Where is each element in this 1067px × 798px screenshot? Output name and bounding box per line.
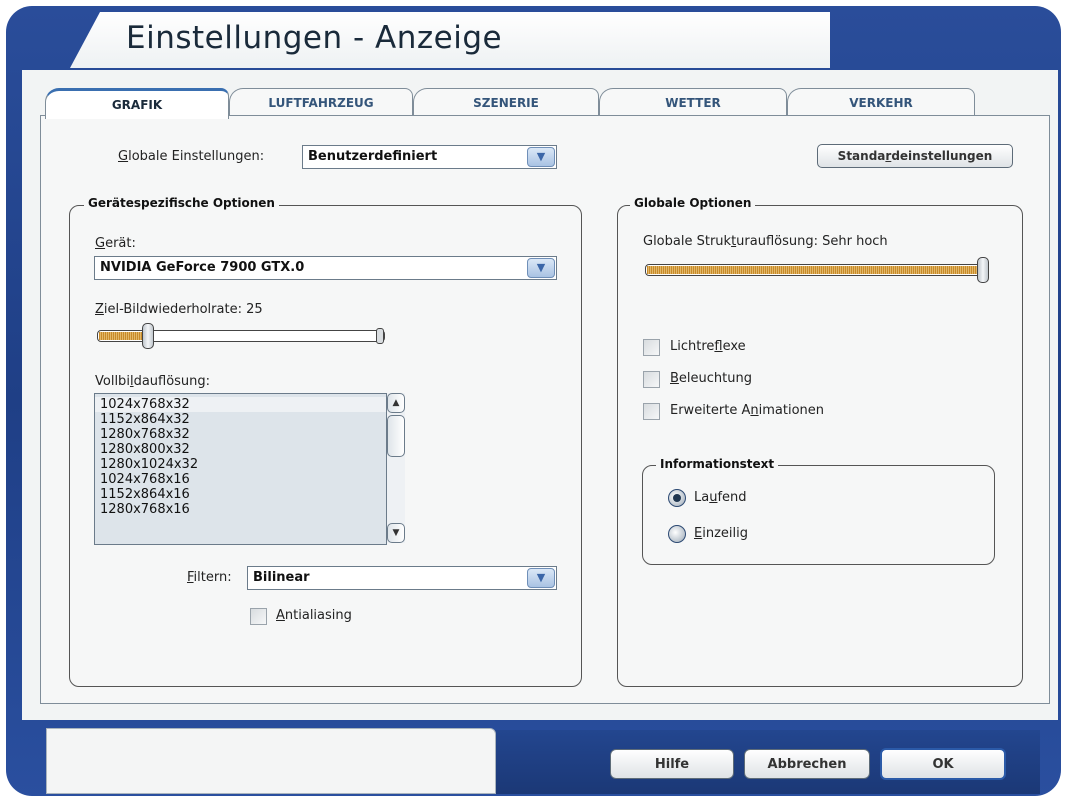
laufend-radio[interactable]: [668, 489, 686, 507]
filter-value: Bilinear: [253, 570, 310, 585]
einzeilig-label: Einzeilig: [694, 526, 748, 541]
lichtreflexe-checkbox[interactable]: [643, 339, 660, 356]
list-item[interactable]: 1024x768x32: [95, 397, 386, 412]
refresh-rate-label: Ziel-Bildwiederholrate: 25: [95, 302, 263, 317]
erweiterte-animationen-checkbox[interactable]: [643, 403, 660, 420]
device-dropdown[interactable]: NVIDIA GeForce 7900 GTX.0 ▼: [94, 256, 557, 280]
laufend-label: Laufend: [694, 490, 747, 505]
resolution-list[interactable]: 1024x768x32 1152x864x32 1280x768x32 1280…: [94, 393, 387, 545]
lichtreflexe-label: Lichtreflexe: [670, 339, 746, 354]
resolution-scrollbar[interactable]: ▲ ▼: [387, 393, 405, 543]
ok-button[interactable]: OK: [880, 748, 1006, 780]
chevron-down-icon: ▼: [527, 258, 555, 278]
tab-label: WETTER: [665, 96, 721, 110]
tab-szenerie[interactable]: SZENERIE: [413, 88, 599, 117]
refresh-rate-slider[interactable]: [97, 330, 385, 342]
erweiterte-animationen-label: Erweiterte Animationen: [670, 403, 825, 418]
texture-resolution-slider-thumb[interactable]: [977, 257, 989, 283]
tab-label: VERKEHR: [849, 96, 913, 110]
scrollbar-thumb[interactable]: [387, 415, 405, 457]
chevron-down-icon: ▼: [527, 568, 555, 588]
beleuchtung-checkbox[interactable]: [643, 371, 660, 388]
texture-resolution-slider[interactable]: [645, 264, 987, 276]
resolution-label: Vollbildauflösung:: [95, 374, 211, 389]
refresh-rate-slider-thumb[interactable]: [142, 323, 154, 349]
tab-grafik[interactable]: GRAFIK: [45, 88, 229, 119]
cancel-button[interactable]: Abbrechen: [744, 749, 870, 779]
global-settings-label: Globale Einstellungen:: [118, 149, 265, 164]
global-options-title: Globale Optionen: [630, 196, 756, 210]
antialiasing-label: Antialiasing: [276, 608, 352, 623]
defaults-button[interactable]: Standa r deinstellungen: [817, 144, 1013, 168]
einzeilig-radio[interactable]: [668, 525, 686, 543]
beleuchtung-label: Beleuchtung: [670, 371, 752, 386]
radio-selected-dot: [673, 494, 681, 502]
filter-label: Filtern:: [187, 570, 232, 585]
tab-label: SZENERIE: [473, 96, 539, 110]
slider-fill: [647, 266, 983, 274]
help-button[interactable]: Hilfe: [610, 749, 734, 779]
tab-label: LUFTFAHRZEUG: [268, 96, 374, 110]
tab-label: GRAFIK: [111, 98, 163, 112]
list-item[interactable]: 1152x864x32: [95, 412, 386, 427]
tab-verkehr[interactable]: VERKEHR: [787, 88, 975, 117]
window-title: Einstellungen - Anzeige: [126, 20, 503, 56]
info-text-group: [642, 465, 995, 565]
global-options-group: [617, 205, 1023, 687]
texture-resolution-label: Globale Strukturauflösung: Sehr hoch: [643, 234, 888, 249]
device-value: NVIDIA GeForce 7900 GTX.0: [100, 260, 305, 275]
list-item[interactable]: 1024x768x16: [95, 472, 386, 487]
device-options-title: Gerätespezifische Optionen: [84, 196, 279, 210]
list-item[interactable]: 1152x864x16: [95, 487, 386, 502]
tab-wetter[interactable]: WETTER: [599, 88, 787, 117]
list-item[interactable]: 1280x1024x32: [95, 457, 386, 472]
antialiasing-checkbox[interactable]: [250, 608, 267, 625]
global-settings-value: Benutzerdefiniert: [308, 149, 438, 164]
scroll-down-icon[interactable]: ▼: [387, 523, 405, 543]
tab-luftfahrzeug[interactable]: LUFTFAHRZEUG: [229, 88, 413, 117]
slider-end-cap: [376, 328, 384, 344]
list-item[interactable]: 1280x800x32: [95, 442, 386, 457]
list-item[interactable]: 1280x768x32: [95, 427, 386, 442]
filter-dropdown[interactable]: Bilinear ▼: [247, 566, 557, 590]
list-item[interactable]: 1280x768x16: [95, 502, 386, 517]
chevron-down-icon: ▼: [527, 147, 555, 167]
device-label: Gerät:: [95, 236, 136, 251]
scroll-up-icon[interactable]: ▲: [387, 393, 405, 413]
status-area: [46, 728, 496, 794]
global-settings-dropdown[interactable]: Benutzerdefiniert ▼: [302, 145, 557, 169]
info-text-title: Informationstext: [656, 457, 779, 471]
